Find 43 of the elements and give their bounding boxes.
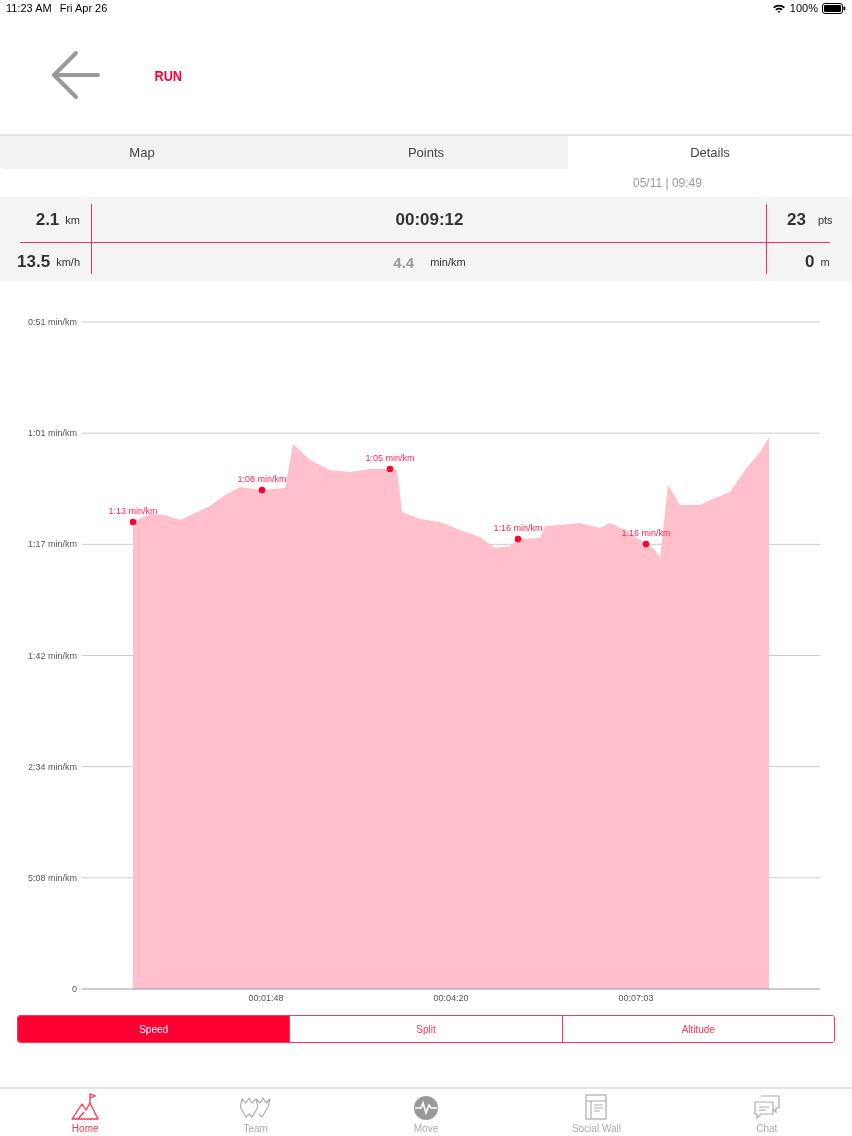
point-label: 1:08 min/km bbox=[237, 474, 287, 484]
battery-percent: 100% bbox=[789, 2, 818, 14]
points-value: 23 bbox=[787, 210, 806, 230]
duration-value: 00:09:12 bbox=[395, 210, 464, 230]
status-time: 11:23 AM bbox=[6, 2, 52, 14]
data-point bbox=[258, 486, 266, 494]
y-axis-label: 0 bbox=[72, 984, 77, 994]
data-point bbox=[129, 518, 137, 526]
x-axis-label: 00:01:48 bbox=[248, 993, 284, 1003]
data-point bbox=[386, 465, 394, 473]
point-label: 1:05 min/km bbox=[365, 453, 415, 463]
chart-mode-button[interactable]: Altitude bbox=[561, 1016, 834, 1042]
wifi-icon bbox=[771, 2, 786, 14]
y-axis-label: 2:34 min/km bbox=[27, 761, 77, 772]
speed-value: 13.5 bbox=[17, 252, 51, 272]
elevation-value: 0 bbox=[805, 252, 815, 272]
timestamp: 05/11 | 09:49 bbox=[633, 176, 702, 190]
elevation-unit: m bbox=[820, 256, 830, 268]
y-axis-label: 5:08 min/km bbox=[27, 872, 77, 883]
distance-unit: km bbox=[65, 214, 80, 226]
point-label: 1:16 min/km bbox=[621, 528, 671, 538]
speed-unit: km/h bbox=[56, 256, 80, 268]
status-date: Fri Apr 26 bbox=[59, 2, 108, 14]
tab[interactable]: Points bbox=[284, 136, 568, 169]
distance-value: 2.1 bbox=[35, 210, 60, 230]
chart-mode-button[interactable]: Speed bbox=[18, 1016, 290, 1042]
tab[interactable]: Map bbox=[0, 136, 284, 169]
data-point bbox=[642, 540, 650, 548]
x-axis-label: 00:04:20 bbox=[433, 993, 469, 1003]
x-axis-label: 00:07:03 bbox=[618, 993, 654, 1003]
y-axis-label: 1:42 min/km bbox=[27, 650, 77, 661]
y-axis-label: 1:17 min/km bbox=[27, 539, 77, 550]
pace-value: 4.4 bbox=[393, 253, 415, 271]
y-axis-label: 0:51 min/km bbox=[27, 317, 77, 327]
pace-unit: min/km bbox=[430, 256, 466, 268]
battery-icon bbox=[822, 2, 846, 14]
point-label: 1:16 min/km bbox=[493, 523, 543, 533]
point-label: 1:13 min/km bbox=[108, 506, 158, 516]
page-title: RUN bbox=[154, 66, 183, 84]
data-point bbox=[514, 535, 522, 543]
points-unit: pts bbox=[817, 214, 833, 226]
y-axis-label: 1:01 min/km bbox=[27, 428, 77, 439]
back-arrow-icon[interactable] bbox=[51, 50, 101, 100]
